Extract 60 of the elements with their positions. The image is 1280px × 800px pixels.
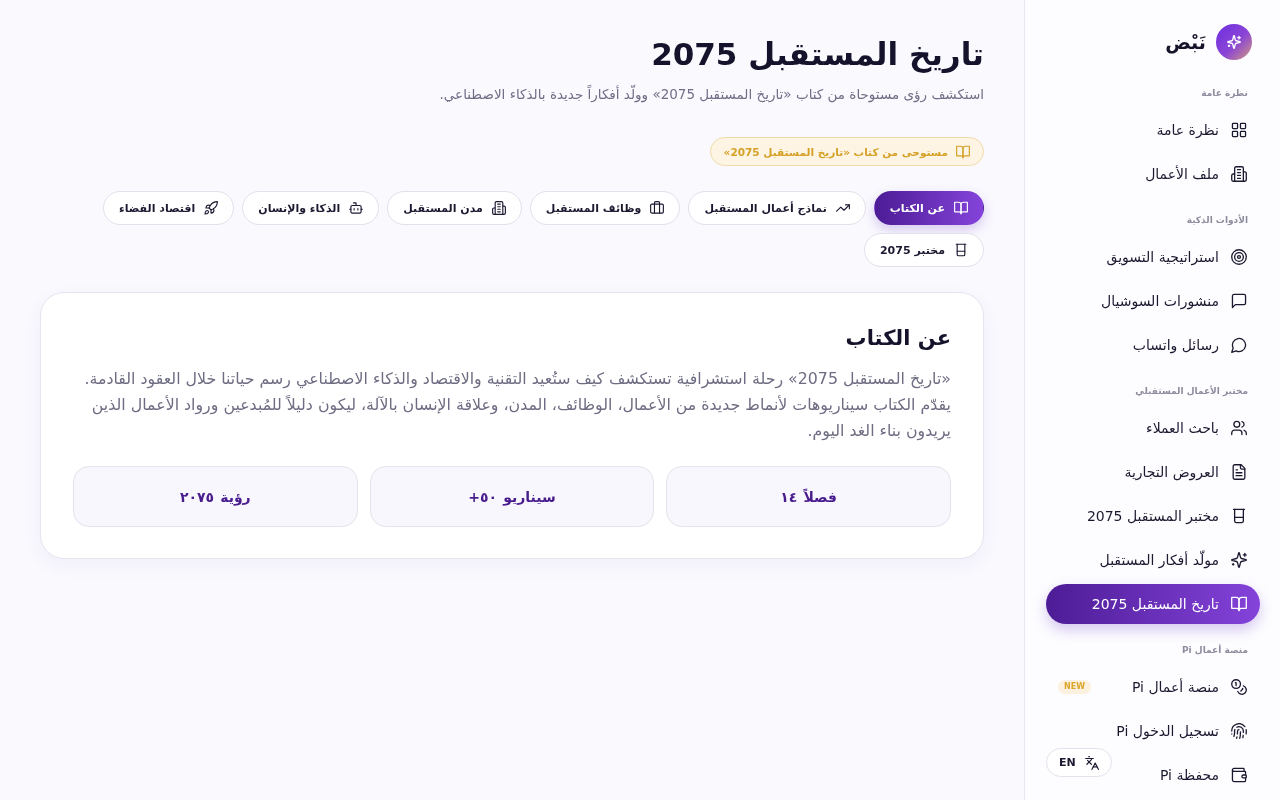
brand-name: نَبْض: [1165, 31, 1206, 53]
tab[interactable]: وظائف المستقبل: [529, 191, 681, 225]
stat-value: +٥٠: [468, 488, 498, 505]
tab[interactable]: مختبر 2075: [863, 233, 984, 267]
new-badge: NEW: [1058, 680, 1091, 694]
sidebar-item[interactable]: باحث العملاء: [1134, 408, 1260, 448]
card-title: عن الكتاب: [844, 325, 951, 352]
section-heading: نظرة عامة: [1200, 87, 1249, 100]
robot-icon: [349, 201, 364, 215]
book-icon: [956, 144, 970, 159]
stat-value: ٢٠٧٥: [180, 488, 215, 505]
coins-icon: [1231, 679, 1247, 695]
logo-icon: [1216, 24, 1252, 60]
wallet-icon: [1231, 767, 1247, 783]
page-subtitle: استكشف رؤى مستوحاة من كتاب «تاريخ المستقبل 2075» وولّد أفكاراً جديدة بالذكاء الاصطناعي.: [438, 84, 984, 104]
section-heading: الأدوات الذكية: [1185, 213, 1249, 227]
stat-label: رؤية: [220, 488, 251, 505]
source-label: مستوحى من كتاب «تاريخ المستقبل 2075»: [723, 145, 948, 158]
section-heading: مختبر الأعمال المستقبلي: [1134, 384, 1249, 398]
tab[interactable]: مدن المستقبل: [387, 191, 522, 225]
page-title: تاريخ المستقبل 2075: [650, 35, 984, 75]
sidebar-item[interactable]: منشورات السوشيال: [1089, 281, 1260, 321]
fingerprint-icon: [1231, 723, 1247, 739]
tab[interactable]: عن الكتاب: [873, 191, 984, 225]
trend-up-icon: [835, 201, 850, 215]
document-icon: [1231, 464, 1247, 480]
translate-icon: [1084, 755, 1099, 770]
speech-bubble-icon: [1231, 337, 1247, 353]
beaker-icon: [954, 243, 968, 257]
card-body-text: «تاريخ المستقبل 2075» رحلة استشرافية تستكشف كيف ستُعيد التقنية والاقتصاد والذكاء الاصطناعي رسم حياتنا خلال العقود القادمة. يقدّم الكتاب سيناريوهات لأنماط جديدة من الأعمال، الوظائف، المدن، وعلاقة الإنسان بالآلة، ليكون دليلاً للمُبدعين ورواد الأعمال الذين يريدون بناء الغد اليوم.: [83, 368, 951, 443]
sidebar-item[interactable]: تسجيل الدخول Pi: [1104, 711, 1260, 751]
target-icon: [1231, 249, 1247, 265]
tab[interactable]: الذكاء والإنسان: [242, 191, 380, 225]
book-icon: [954, 201, 968, 215]
building-icon: [1231, 166, 1247, 182]
sidebar-item[interactable]: العروض التجارية: [1112, 452, 1260, 492]
sidebar-item[interactable]: مختبر المستقبل 2075: [1074, 496, 1260, 536]
section-heading: منصة أعمال Pi: [1181, 643, 1249, 657]
language-button[interactable]: EN: [1046, 748, 1112, 777]
stat-value: ١٤: [780, 488, 798, 505]
sidebar-item[interactable]: نظرة عامة: [1144, 110, 1260, 150]
users-icon: [1231, 420, 1247, 436]
tab[interactable]: نماذج أعمال المستقبل: [688, 191, 866, 225]
briefcase-icon: [650, 201, 665, 215]
sidebar-item[interactable]: مولّد أفكار المستقبل: [1087, 540, 1260, 580]
chat-icon: [1231, 293, 1247, 309]
sidebar-item[interactable]: ملف الأعمال: [1133, 154, 1260, 194]
rocket-icon: [204, 201, 219, 215]
sidebar-item[interactable]: رسائل واتساب: [1120, 325, 1260, 365]
stat-label: سيناريو: [503, 488, 556, 505]
sidebar-item[interactable]: استراتيجية التسويق: [1094, 237, 1260, 277]
beaker-icon: [1231, 508, 1247, 524]
sidebar-item[interactable]: تاريخ المستقبل 2075: [1046, 584, 1260, 624]
building-icon: [491, 201, 506, 215]
book-icon: [1231, 596, 1247, 612]
sidebar-item[interactable]: محفظة Pi: [1147, 755, 1260, 795]
stat-label: فصلاً: [803, 488, 837, 505]
sparkles-icon: [1231, 552, 1247, 568]
grid-icon: [1231, 122, 1247, 138]
tab[interactable]: اقتصاد الفضاء: [103, 191, 235, 225]
